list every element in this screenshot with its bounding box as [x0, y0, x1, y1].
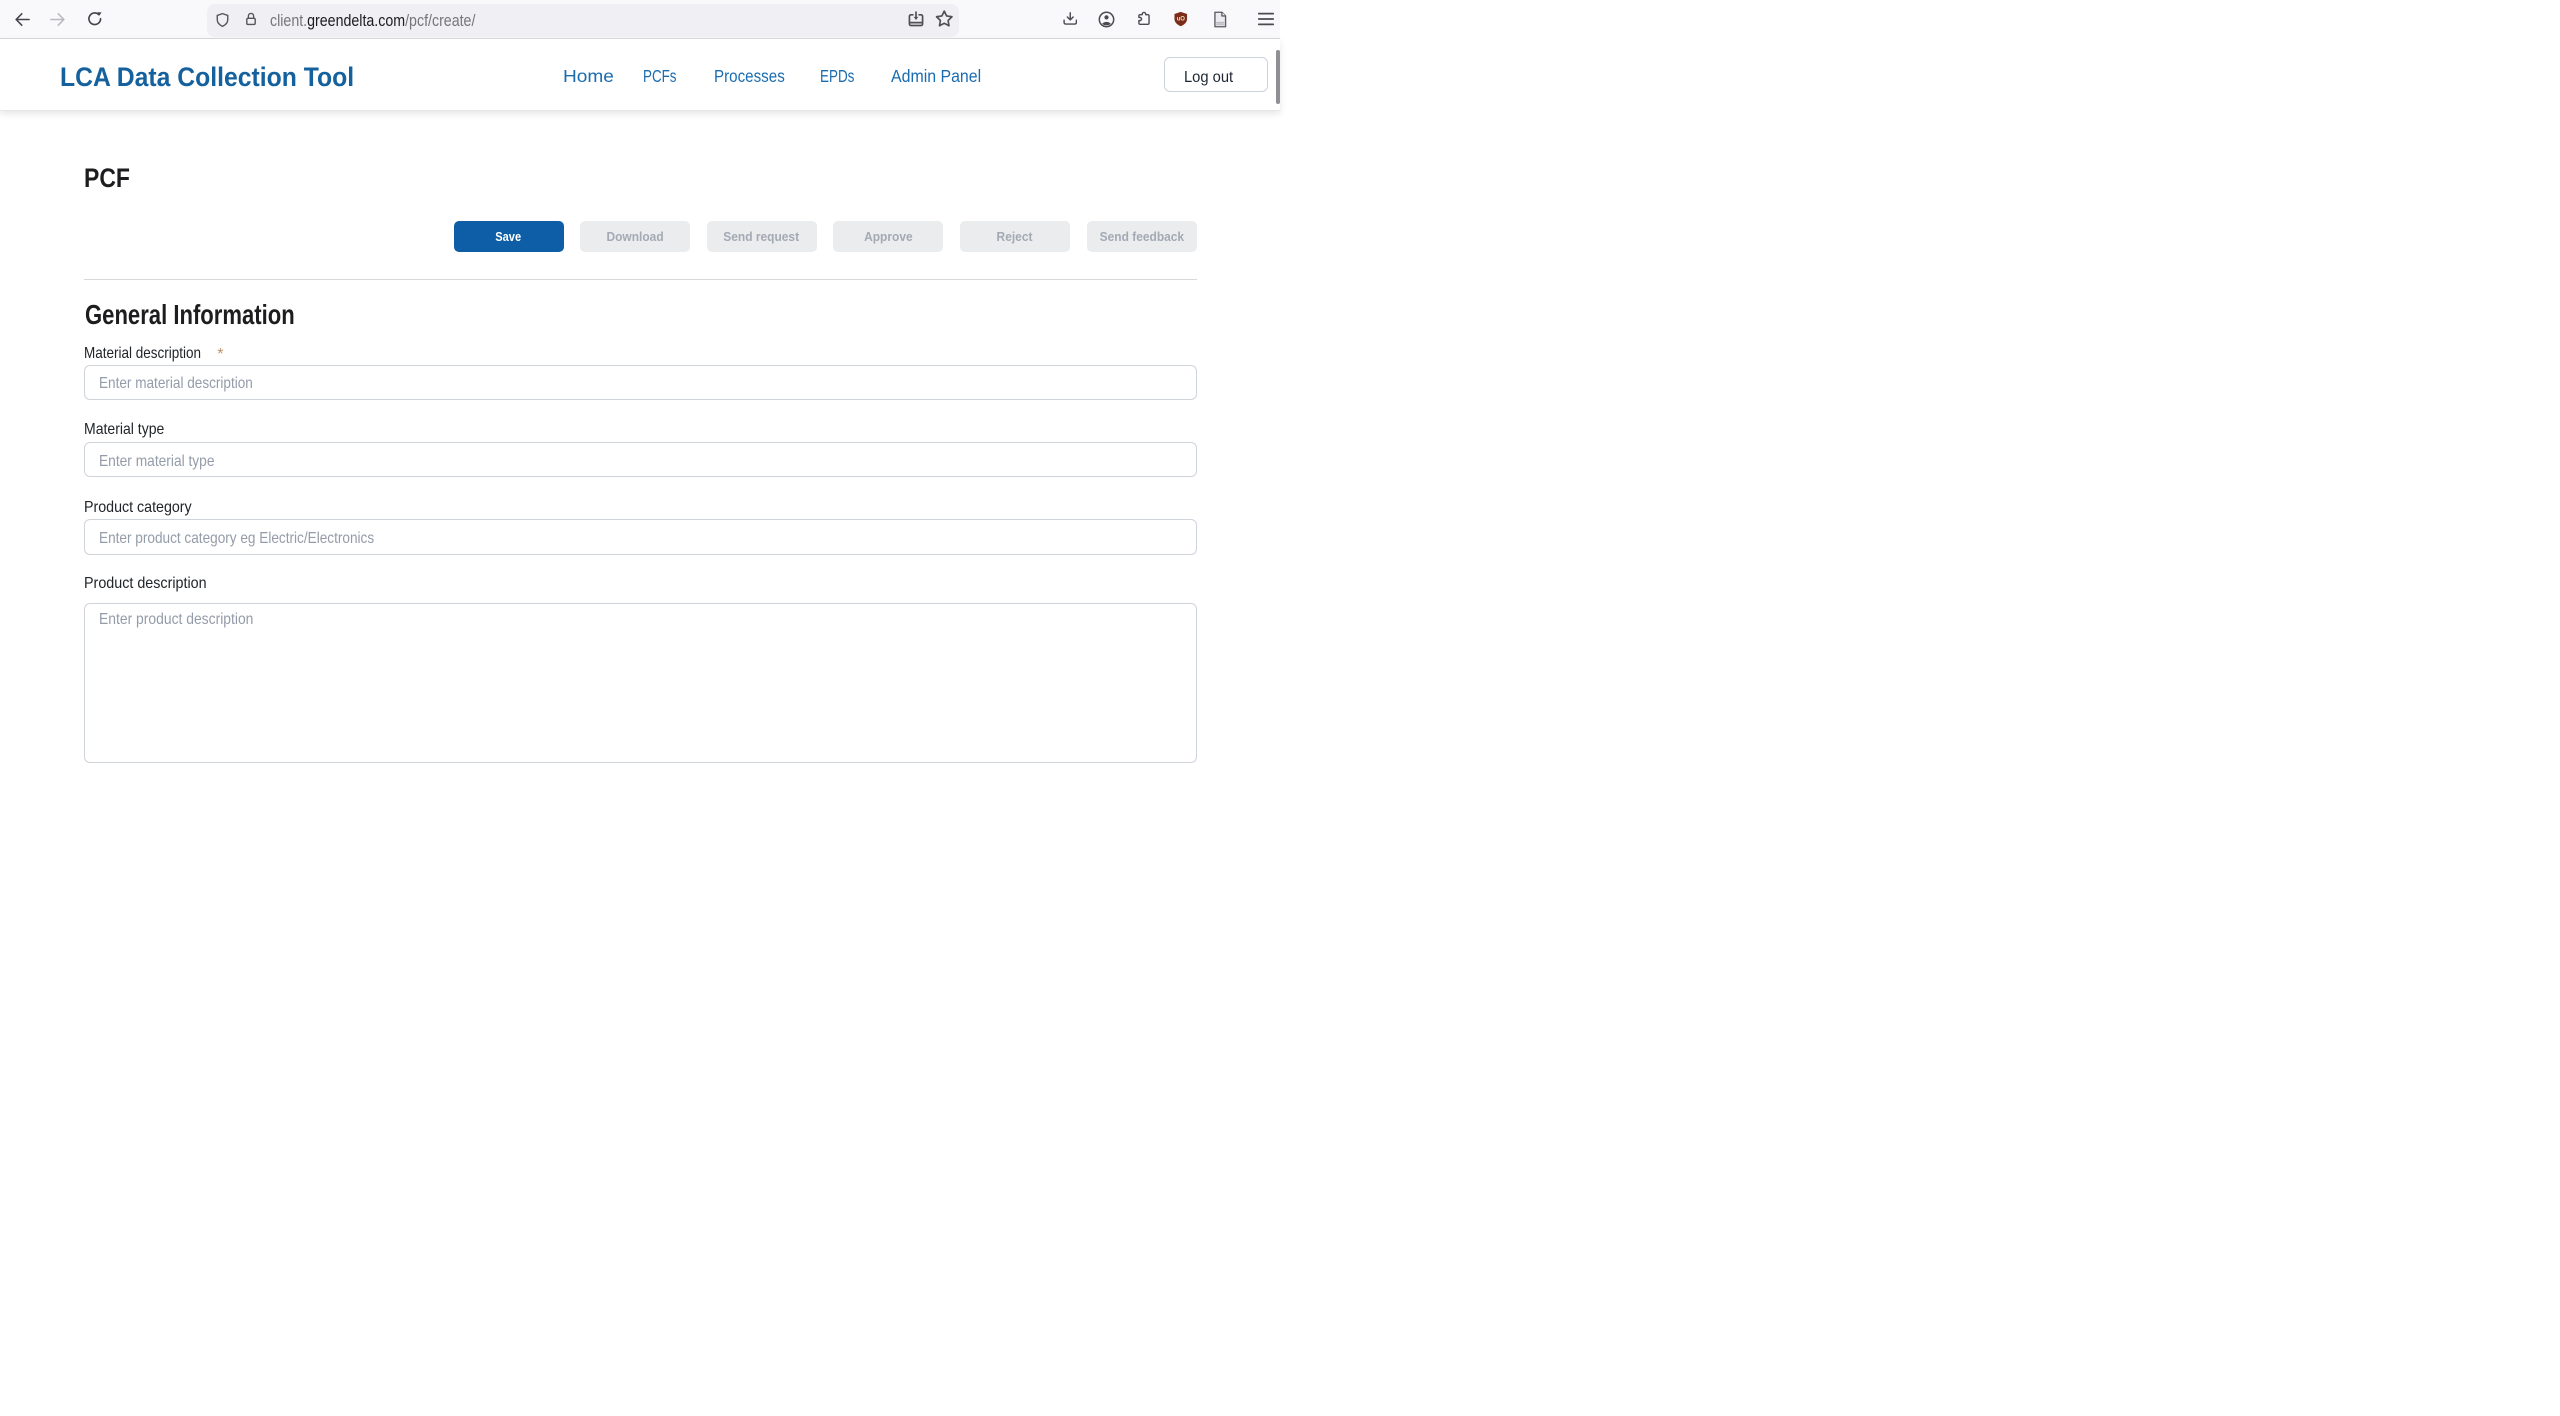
svg-text:uO: uO	[1176, 16, 1185, 22]
